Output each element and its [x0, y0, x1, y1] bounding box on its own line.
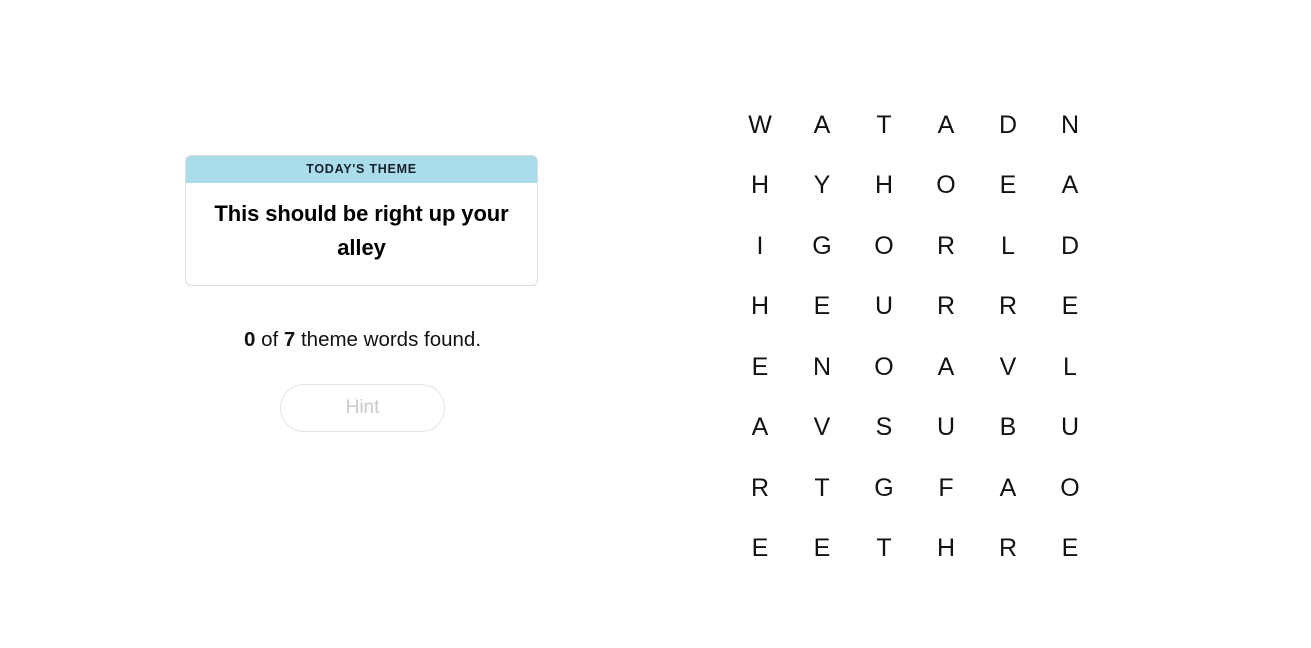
- grid-cell[interactable]: R: [729, 458, 791, 519]
- grid-cell[interactable]: N: [1039, 95, 1101, 156]
- grid-cell[interactable]: R: [977, 519, 1039, 580]
- grid-cell[interactable]: Y: [791, 156, 853, 217]
- grid-cell[interactable]: A: [791, 95, 853, 156]
- grid-cell[interactable]: U: [853, 277, 915, 338]
- total-count: 7: [283, 327, 296, 351]
- grid-cell[interactable]: A: [1039, 156, 1101, 217]
- grid-cell[interactable]: E: [791, 277, 853, 338]
- grid-cell[interactable]: T: [853, 95, 915, 156]
- progress-suffix: theme words found.: [295, 327, 482, 351]
- grid-cell[interactable]: U: [915, 398, 977, 459]
- grid-cell[interactable]: O: [853, 216, 915, 277]
- grid-cell[interactable]: E: [729, 519, 791, 580]
- grid-cell[interactable]: R: [915, 216, 977, 277]
- progress-connector: of: [255, 327, 284, 351]
- grid-cell[interactable]: A: [915, 337, 977, 398]
- grid-cell[interactable]: G: [791, 216, 853, 277]
- grid-cell[interactable]: W: [729, 95, 791, 156]
- grid-cell[interactable]: A: [977, 458, 1039, 519]
- grid-cell[interactable]: T: [853, 519, 915, 580]
- hint-button[interactable]: Hint: [280, 383, 445, 432]
- grid-cell[interactable]: O: [1039, 458, 1101, 519]
- grid-cell[interactable]: L: [1039, 337, 1101, 398]
- grid-cell[interactable]: E: [729, 337, 791, 398]
- grid-cell[interactable]: O: [853, 337, 915, 398]
- grid-cell[interactable]: O: [915, 156, 977, 217]
- grid-cell[interactable]: B: [977, 398, 1039, 459]
- theme-card-body: This should be right up your alley: [186, 183, 537, 285]
- grid-cell[interactable]: H: [853, 156, 915, 217]
- grid-cell[interactable]: D: [1039, 216, 1101, 277]
- grid-cell[interactable]: U: [1039, 398, 1101, 459]
- grid-cell[interactable]: H: [915, 519, 977, 580]
- grid-cell[interactable]: T: [791, 458, 853, 519]
- theme-card: TODAY'S THEME This should be right up yo…: [185, 155, 538, 286]
- grid-cell[interactable]: V: [977, 337, 1039, 398]
- grid-cell[interactable]: S: [853, 398, 915, 459]
- grid-cell[interactable]: I: [729, 216, 791, 277]
- grid-cell[interactable]: V: [791, 398, 853, 459]
- puzzle-info-panel: TODAY'S THEME This should be right up yo…: [185, 155, 540, 432]
- grid-cell[interactable]: A: [729, 398, 791, 459]
- theme-words-progress: 0 of 7 theme words found.: [185, 328, 540, 353]
- grid-cell[interactable]: E: [1039, 277, 1101, 338]
- found-count: 0: [243, 327, 256, 351]
- theme-text: This should be right up your alley: [214, 200, 509, 260]
- grid-cell[interactable]: N: [791, 337, 853, 398]
- grid-cell[interactable]: D: [977, 95, 1039, 156]
- grid-cell[interactable]: H: [729, 156, 791, 217]
- grid-cell[interactable]: E: [1039, 519, 1101, 580]
- grid-cell[interactable]: L: [977, 216, 1039, 277]
- grid-cell[interactable]: G: [853, 458, 915, 519]
- grid-cell[interactable]: E: [791, 519, 853, 580]
- grid-cell[interactable]: A: [915, 95, 977, 156]
- grid-cell[interactable]: F: [915, 458, 977, 519]
- hint-button-container: Hint: [185, 383, 540, 432]
- grid-cell[interactable]: R: [915, 277, 977, 338]
- theme-card-header-label: TODAY'S THEME: [186, 156, 537, 183]
- word-search-grid[interactable]: WATADNHYHOEAIGORLDHEURREENOAVLAVSUBURTGF…: [729, 95, 1101, 579]
- grid-cell[interactable]: E: [977, 156, 1039, 217]
- grid-cell[interactable]: R: [977, 277, 1039, 338]
- grid-cell[interactable]: H: [729, 277, 791, 338]
